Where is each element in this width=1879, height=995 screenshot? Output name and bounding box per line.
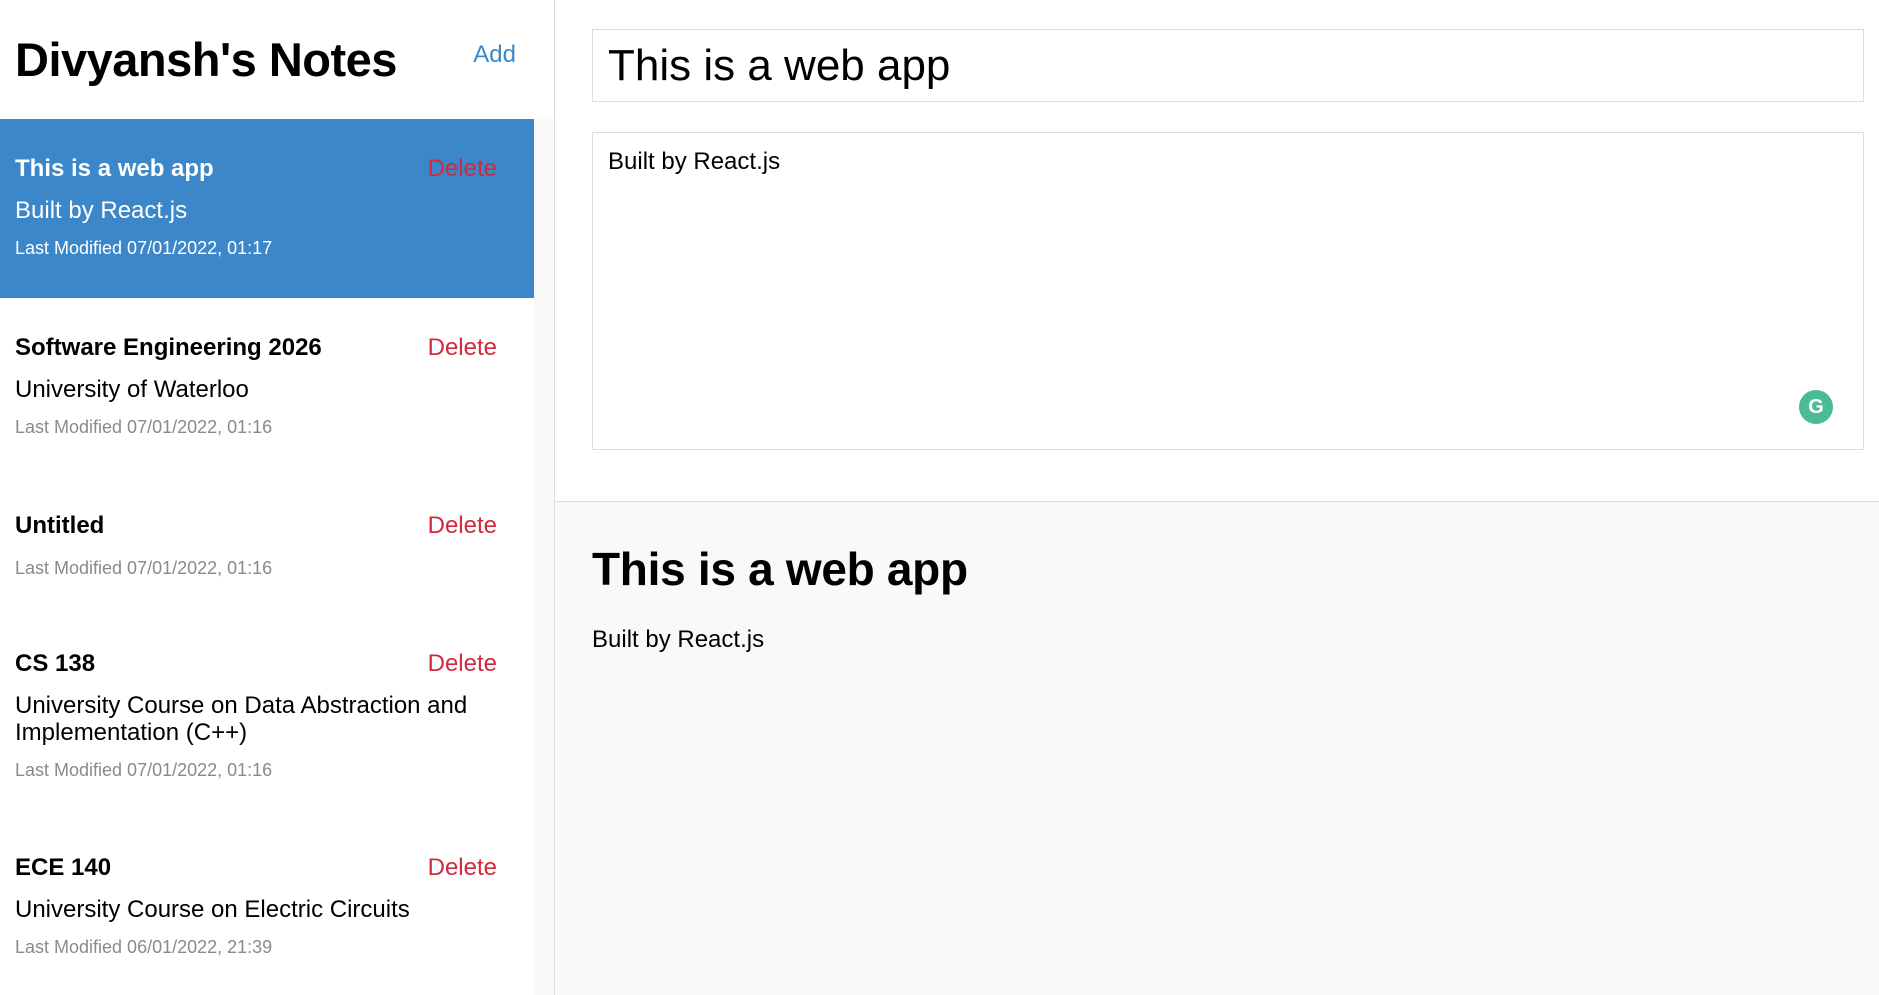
note-item[interactable]: Untitled Delete Last Modified 07/01/2022… <box>0 476 534 614</box>
note-preview: This is a web app Built by React.js <box>555 502 1879 995</box>
note-last-modified: Last Modified 07/01/2022, 01:16 <box>15 558 273 578</box>
note-preview-text: Built by React.js <box>15 197 188 224</box>
note-title: Software Engineering 2026 <box>15 334 322 361</box>
add-note-button[interactable]: Add <box>473 41 516 69</box>
note-item[interactable]: CS 138 Delete University Course on Data … <box>0 614 534 818</box>
note-title-row: ECE 140 Delete <box>15 854 519 882</box>
note-title: This is a web app <box>15 155 214 182</box>
delete-note-button[interactable]: Delete <box>428 334 497 362</box>
note-preview-text: University of Waterloo <box>15 376 249 403</box>
note-item[interactable]: ECE 140 Delete University Course on Elec… <box>0 818 534 995</box>
note-title: ECE 140 <box>15 854 112 881</box>
note-item[interactable]: This is a web app Delete Built by React.… <box>0 119 534 298</box>
sidebar: Divyansh's Notes Add This is a web app D… <box>0 0 555 995</box>
note-editor: Built by React.js G <box>555 0 1879 502</box>
note-last-modified: Last Modified 07/01/2022, 01:16 <box>15 417 273 437</box>
delete-note-button[interactable]: Delete <box>428 512 497 540</box>
note-title-row: Untitled Delete <box>15 512 519 540</box>
note-last-modified: Last Modified 07/01/2022, 01:17 <box>15 238 273 258</box>
note-item[interactable]: Software Engineering 2026 Delete Univers… <box>0 298 534 476</box>
note-title-input[interactable] <box>592 29 1864 102</box>
preview-title: This is a web app <box>592 543 968 595</box>
notes-list: This is a web app Delete Built by React.… <box>0 119 534 995</box>
delete-note-button[interactable]: Delete <box>428 854 497 882</box>
grammarly-icon[interactable]: G <box>1799 390 1833 424</box>
preview-body: Built by React.js <box>592 626 765 653</box>
note-title-row: Software Engineering 2026 Delete <box>15 334 519 362</box>
note-body-textarea[interactable]: Built by React.js <box>592 132 1864 450</box>
app-title: Divyansh's Notes <box>15 33 397 86</box>
delete-note-button[interactable]: Delete <box>428 650 497 678</box>
note-preview-text: University Course on Electric Circuits <box>15 896 410 923</box>
note-title: Untitled <box>15 512 105 539</box>
note-title: CS 138 <box>15 650 96 677</box>
note-last-modified: Last Modified 06/01/2022, 21:39 <box>15 937 273 957</box>
sidebar-header: Divyansh's Notes Add <box>0 0 554 119</box>
note-title-row: This is a web app Delete <box>15 155 519 183</box>
note-preview-text: University Course on Data Abstraction an… <box>15 692 468 746</box>
main-panel: Built by React.js G This is a web app Bu… <box>555 0 1879 995</box>
delete-note-button[interactable]: Delete <box>428 155 497 183</box>
note-last-modified: Last Modified 07/01/2022, 01:16 <box>15 760 273 780</box>
app-root: Divyansh's Notes Add This is a web app D… <box>0 0 1879 995</box>
note-title-row: CS 138 Delete <box>15 650 519 678</box>
